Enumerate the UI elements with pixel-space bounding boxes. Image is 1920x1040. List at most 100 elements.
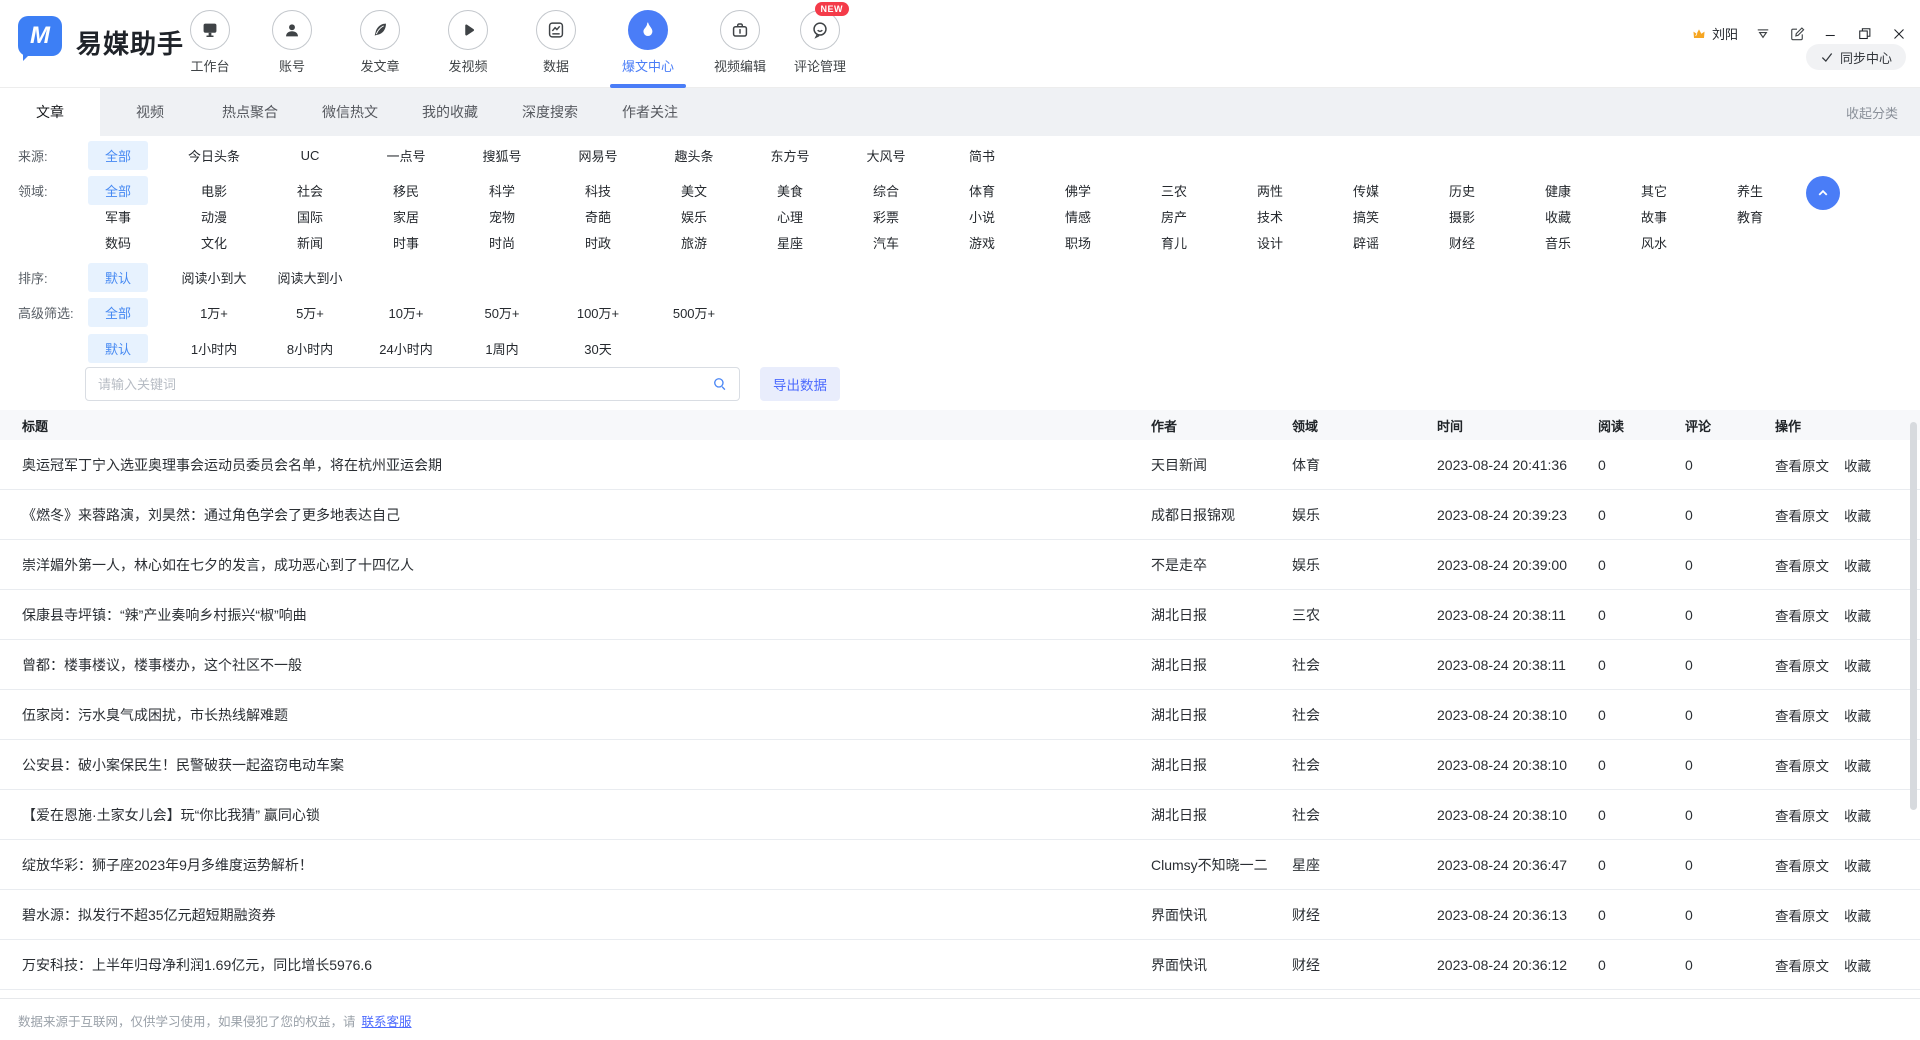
domain-option[interactable]: 辟谣	[1318, 229, 1414, 256]
tab[interactable]: 深度搜索	[500, 88, 600, 136]
time-filter-option[interactable]: 默认	[70, 334, 166, 363]
view-original-link[interactable]: 查看原文	[1775, 605, 1829, 625]
time-filter-option[interactable]: 1小时内	[166, 335, 262, 362]
nav-item-publish-article[interactable]: 发文章	[338, 10, 422, 75]
table-row[interactable]: 碧水源：拟发行不超35亿元超短期融资券 界面快讯 财经 2023-08-24 2…	[0, 890, 1920, 940]
domain-option[interactable]: 设计	[1222, 229, 1318, 256]
article-title[interactable]: 《燃冬》来蓉路演，刘昊然：通过角色学会了更多地表达自己	[0, 505, 1151, 525]
domain-option[interactable]: 宠物	[454, 203, 550, 230]
nav-item-workbench[interactable]: 工作台	[168, 10, 252, 75]
domain-option[interactable]: 汽车	[838, 229, 934, 256]
user-menu[interactable]: 刘阳	[1691, 24, 1738, 43]
domain-option[interactable]: 摄影	[1414, 203, 1510, 230]
favorite-link[interactable]: 收藏	[1844, 505, 1871, 525]
article-title[interactable]: 【爱在恩施·土家女儿会】玩“你比我猜” 赢同心锁	[0, 805, 1151, 825]
article-title[interactable]: 伍家岗：污水臭气成困扰，市长热线解难题	[0, 705, 1151, 725]
sort-option[interactable]: 阅读小到大	[166, 264, 262, 291]
domain-option[interactable]: 育儿	[1126, 229, 1222, 256]
table-row[interactable]: 曾都：楼事楼议，楼事楼办，这个社区不一般 湖北日报 社会 2023-08-24 …	[0, 640, 1920, 690]
table-row[interactable]: 《燃冬》来蓉路演，刘昊然：通过角色学会了更多地表达自己 成都日报锦观 娱乐 20…	[0, 490, 1920, 540]
domain-option[interactable]: 社会	[262, 177, 358, 204]
favorite-link[interactable]: 收藏	[1844, 555, 1871, 575]
favorite-link[interactable]: 收藏	[1844, 605, 1871, 625]
reads-filter-option[interactable]: 50万+	[454, 299, 550, 326]
article-title[interactable]: 万安科技：上半年归母净利润1.69亿元，同比增长5976.6	[0, 955, 1151, 975]
source-option[interactable]: 今日头条	[166, 142, 262, 169]
domain-option[interactable]: 情感	[1030, 203, 1126, 230]
reads-filter-option[interactable]: 5万+	[262, 299, 358, 326]
tab[interactable]: 热点聚合	[200, 88, 300, 136]
domain-option[interactable]: 其它	[1606, 177, 1702, 204]
domain-option[interactable]: 彩票	[838, 203, 934, 230]
domain-option[interactable]: 娱乐	[646, 203, 742, 230]
domain-option[interactable]: 国际	[262, 203, 358, 230]
domain-option[interactable]: 健康	[1510, 177, 1606, 204]
vertical-scrollbar[interactable]	[1910, 422, 1917, 810]
domain-option[interactable]: 风水	[1606, 229, 1702, 256]
view-original-link[interactable]: 查看原文	[1775, 555, 1829, 575]
keyword-search-input[interactable]	[85, 367, 740, 401]
view-original-link[interactable]: 查看原文	[1775, 905, 1829, 925]
sort-option[interactable]: 阅读大到小	[262, 264, 358, 291]
contact-support-link[interactable]: 联系客服	[362, 1011, 412, 1030]
collapse-panel-icon[interactable]	[1754, 25, 1772, 43]
article-title[interactable]: 绽放华彩：狮子座2023年9月多维度运势解析！	[0, 855, 1151, 875]
domain-option[interactable]: 房产	[1126, 203, 1222, 230]
domain-option[interactable]: 收藏	[1510, 203, 1606, 230]
domain-option[interactable]: 星座	[742, 229, 838, 256]
view-original-link[interactable]: 查看原文	[1775, 505, 1829, 525]
nav-item-video-edit[interactable]: 视频编辑	[698, 10, 782, 75]
nav-item-account[interactable]: 账号	[250, 10, 334, 75]
domain-option[interactable]: 旅游	[646, 229, 742, 256]
reads-filter-option[interactable]: 100万+	[550, 299, 646, 326]
table-row[interactable]: 崇洋媚外第一人，林心如在七夕的发言，成功恶心到了十四亿人 不是走卒 娱乐 202…	[0, 540, 1920, 590]
domain-option[interactable]: 传媒	[1318, 177, 1414, 204]
domain-option[interactable]: 搞笑	[1318, 203, 1414, 230]
domain-option[interactable]: 小说	[934, 203, 1030, 230]
domain-option[interactable]: 三农	[1126, 177, 1222, 204]
view-original-link[interactable]: 查看原文	[1775, 755, 1829, 775]
article-title[interactable]: 碧水源：拟发行不超35亿元超短期融资券	[0, 905, 1151, 925]
domain-option[interactable]: 科学	[454, 177, 550, 204]
favorite-link[interactable]: 收藏	[1844, 955, 1871, 975]
domain-option[interactable]: 综合	[838, 177, 934, 204]
view-original-link[interactable]: 查看原文	[1775, 705, 1829, 725]
tab[interactable]: 微信热文	[300, 88, 400, 136]
reads-filter-option[interactable]: 全部	[70, 298, 166, 327]
domain-option[interactable]: 教育	[1702, 203, 1798, 230]
tab[interactable]: 文章	[0, 88, 100, 136]
nav-item-publish-video[interactable]: 发视频	[426, 10, 510, 75]
favorite-link[interactable]: 收藏	[1844, 655, 1871, 675]
domain-option[interactable]: 全部	[70, 176, 166, 205]
article-title[interactable]: 崇洋媚外第一人，林心如在七夕的发言，成功恶心到了十四亿人	[0, 555, 1151, 575]
domain-option[interactable]: 历史	[1414, 177, 1510, 204]
table-row[interactable]: 绽放华彩：狮子座2023年9月多维度运势解析！ Clumsy不知晓一二 星座 2…	[0, 840, 1920, 890]
nav-item-comment-manage[interactable]: NEW 评论管理	[778, 10, 862, 75]
domain-option[interactable]: 时事	[358, 229, 454, 256]
domain-option[interactable]: 新闻	[262, 229, 358, 256]
favorite-link[interactable]: 收藏	[1844, 755, 1871, 775]
domain-option[interactable]: 财经	[1414, 229, 1510, 256]
domain-option[interactable]: 美食	[742, 177, 838, 204]
domain-option[interactable]: 移民	[358, 177, 454, 204]
sort-option[interactable]: 默认	[70, 263, 166, 292]
time-filter-option[interactable]: 24小时内	[358, 335, 454, 362]
domain-option[interactable]: 美文	[646, 177, 742, 204]
search-icon[interactable]	[711, 375, 729, 393]
domain-option[interactable]: 两性	[1222, 177, 1318, 204]
reads-filter-option[interactable]: 1万+	[166, 299, 262, 326]
domain-option[interactable]: 职场	[1030, 229, 1126, 256]
tab[interactable]: 作者关注	[600, 88, 700, 136]
maximize-button[interactable]	[1856, 25, 1874, 43]
domain-option[interactable]: 游戏	[934, 229, 1030, 256]
domain-option[interactable]: 技术	[1222, 203, 1318, 230]
favorite-link[interactable]: 收藏	[1844, 805, 1871, 825]
source-option[interactable]: 网易号	[550, 142, 646, 169]
source-option[interactable]: 一点号	[358, 142, 454, 169]
domain-option[interactable]: 体育	[934, 177, 1030, 204]
time-filter-option[interactable]: 8小时内	[262, 335, 358, 362]
table-row[interactable]: 伍家岗：污水臭气成困扰，市长热线解难题 湖北日报 社会 2023-08-24 2…	[0, 690, 1920, 740]
domain-option[interactable]: 时尚	[454, 229, 550, 256]
source-option[interactable]: 搜狐号	[454, 142, 550, 169]
nav-item-hot-articles[interactable]: 爆文中心	[606, 10, 690, 75]
